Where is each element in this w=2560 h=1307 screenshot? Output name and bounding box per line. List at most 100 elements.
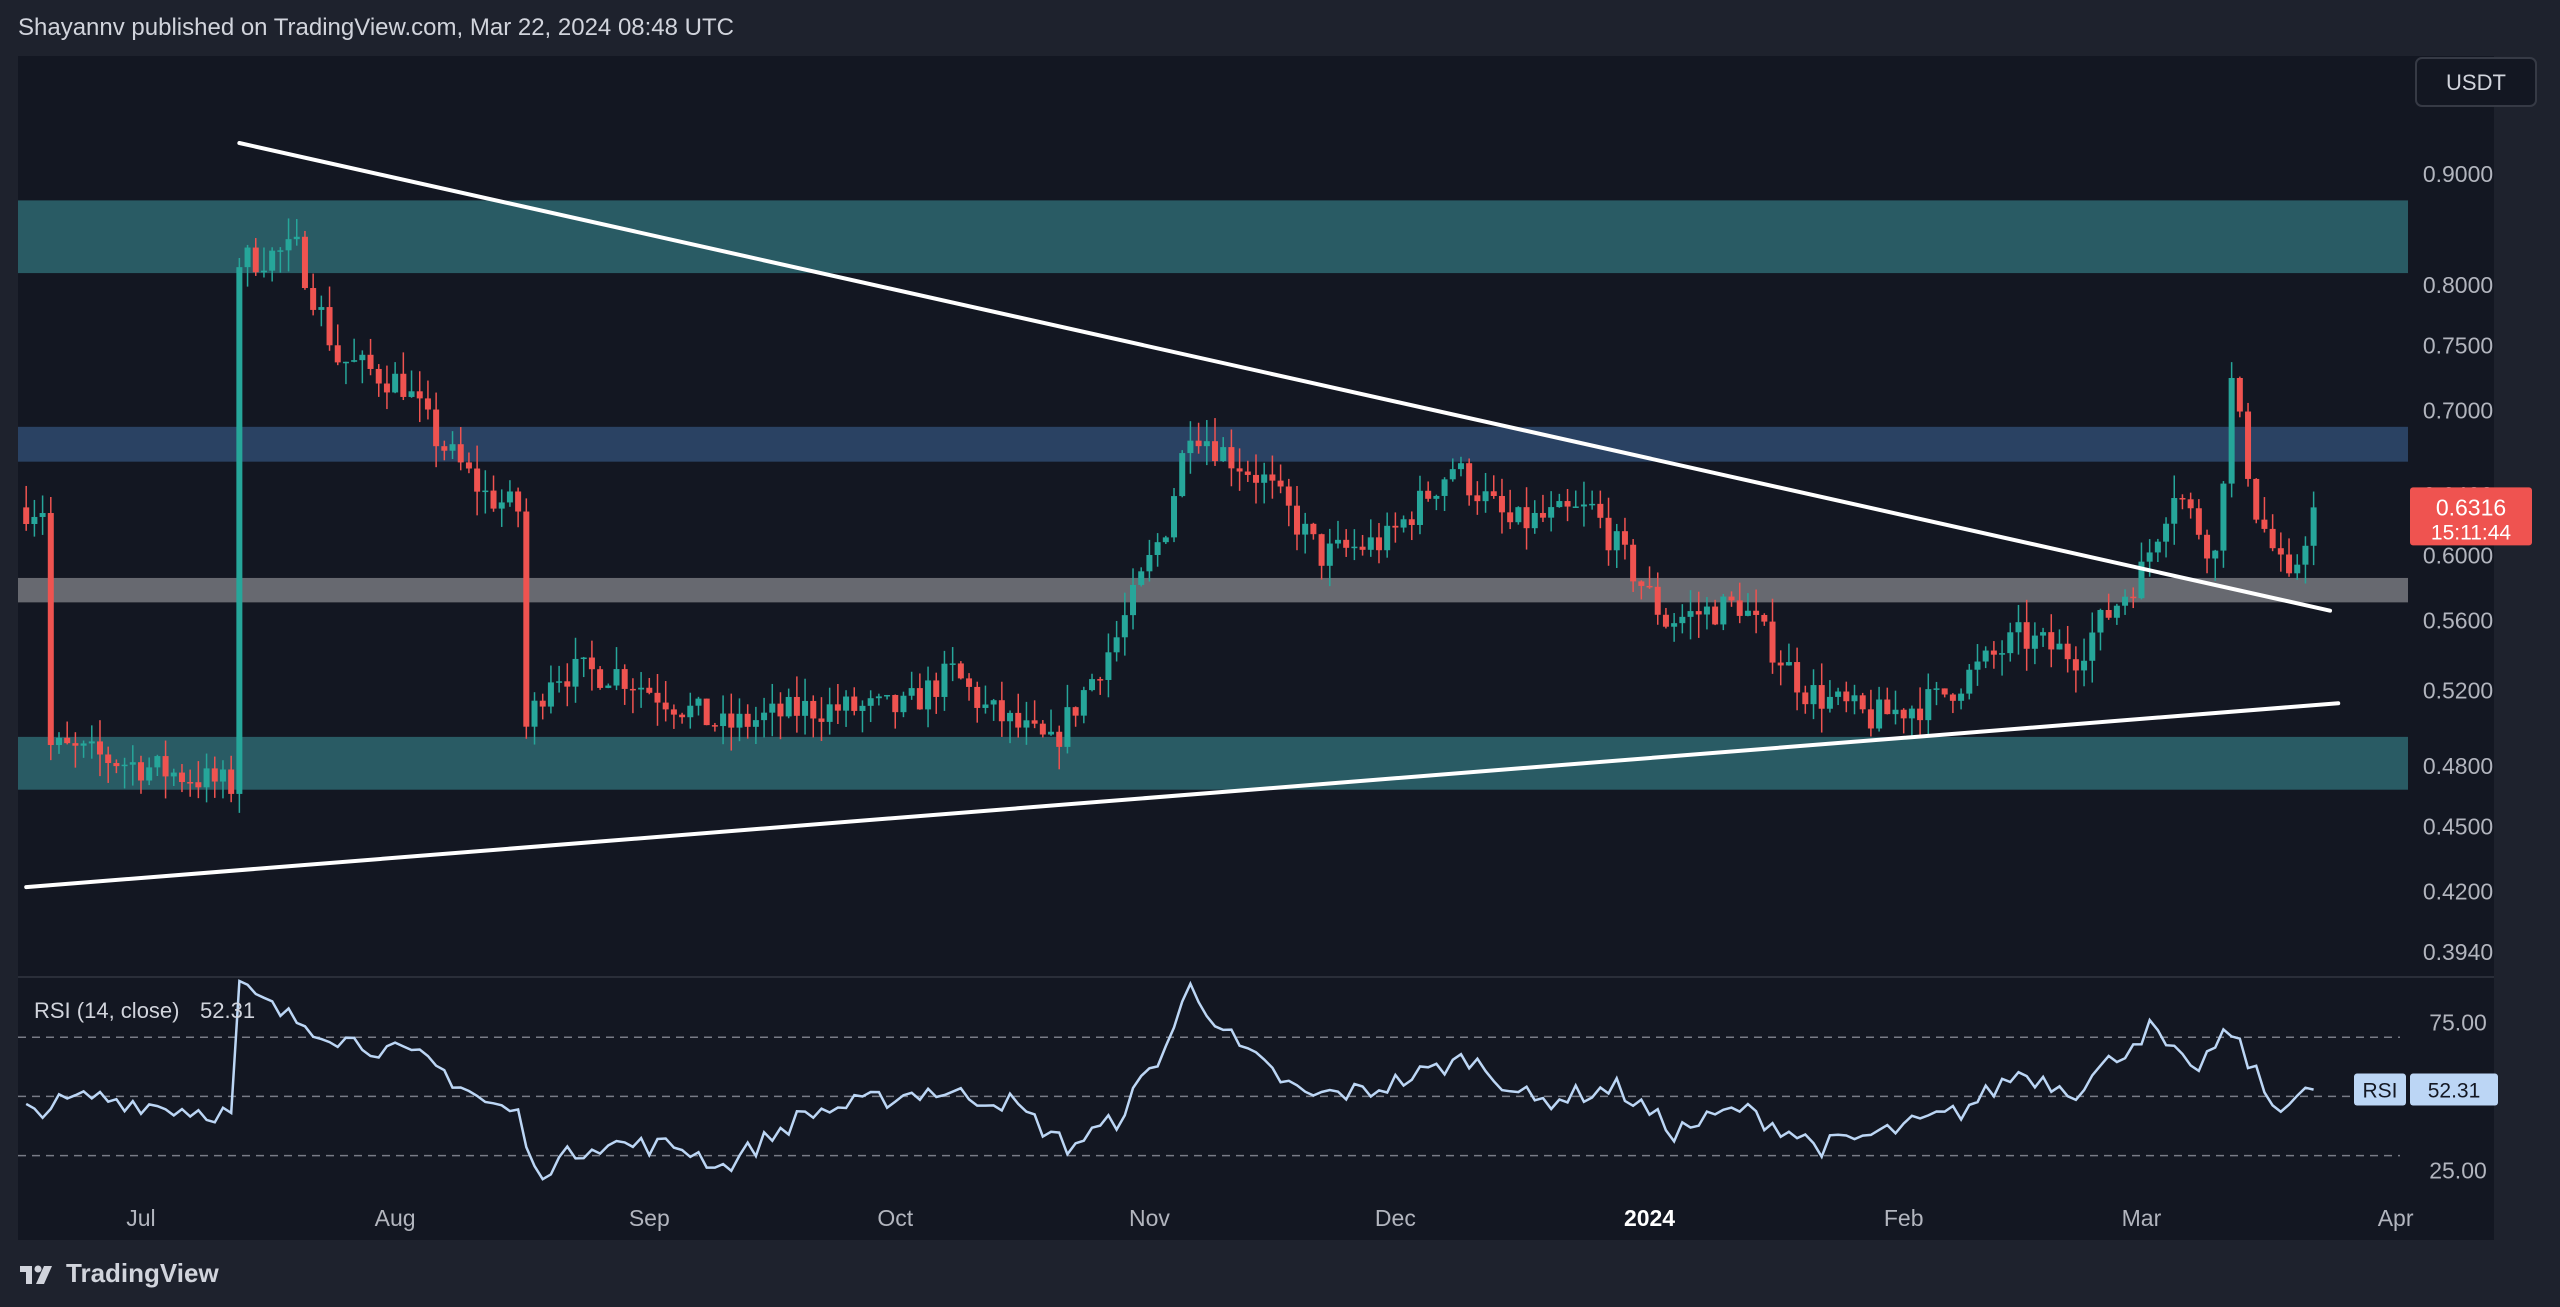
candle-body bbox=[482, 490, 489, 493]
candle-body bbox=[72, 743, 79, 746]
candle-body bbox=[203, 768, 210, 788]
candle-body bbox=[47, 513, 54, 746]
main-pane-background bbox=[18, 56, 2494, 976]
candle-body bbox=[1072, 707, 1079, 716]
candle-body bbox=[2171, 498, 2178, 524]
candle-body bbox=[236, 267, 243, 794]
candle-body bbox=[2130, 596, 2137, 599]
rsi-tick-label: 75.00 bbox=[2429, 1009, 2487, 1035]
candle-body bbox=[154, 756, 161, 768]
candle-body bbox=[113, 763, 120, 767]
candle-body bbox=[244, 247, 251, 268]
candle-body bbox=[1130, 584, 1137, 616]
currency-button-label[interactable]: USDT bbox=[2446, 70, 2506, 95]
candle-body bbox=[465, 462, 472, 469]
candle-body bbox=[826, 704, 833, 722]
candle-body bbox=[1441, 479, 1448, 496]
candle bbox=[2253, 478, 2260, 524]
candle-body bbox=[367, 354, 374, 369]
candle-body bbox=[1859, 695, 1866, 710]
candle-body bbox=[2048, 632, 2055, 650]
candle-body bbox=[1867, 709, 1874, 729]
breakout-support-zone bbox=[18, 577, 2408, 603]
candle-body bbox=[1121, 615, 1128, 638]
candle-body bbox=[1818, 685, 1825, 709]
candle-body bbox=[957, 663, 964, 679]
time-tick-label: Jul bbox=[126, 1205, 155, 1231]
candle-body bbox=[802, 700, 809, 716]
candle-body bbox=[556, 681, 563, 683]
candle-body bbox=[1515, 507, 1522, 523]
candle-body bbox=[1220, 447, 1227, 462]
candle-body bbox=[1097, 679, 1104, 681]
candle-body bbox=[875, 696, 882, 699]
candle-body bbox=[1007, 712, 1014, 722]
candle-body bbox=[383, 383, 390, 393]
candle-body bbox=[31, 516, 38, 525]
candle-body bbox=[2064, 643, 2071, 660]
candle bbox=[957, 661, 964, 680]
rsi-pane-background bbox=[18, 978, 2494, 1200]
candle-body bbox=[228, 769, 235, 794]
candle-body bbox=[1203, 441, 1210, 447]
price-tick-label: 0.7500 bbox=[2423, 333, 2493, 359]
time-tick-label: Nov bbox=[1129, 1205, 1170, 1231]
candle-body bbox=[1712, 606, 1719, 625]
rsi-badge-label: RSI bbox=[2362, 1080, 2397, 1103]
candle-body bbox=[1334, 539, 1341, 544]
candle-body bbox=[1285, 486, 1292, 506]
candle-body bbox=[433, 409, 440, 447]
candle-body bbox=[1990, 650, 1997, 655]
candle-body bbox=[2056, 643, 2063, 650]
candle bbox=[1515, 506, 1522, 525]
candle-body bbox=[1507, 512, 1514, 523]
candle-body bbox=[449, 444, 456, 451]
candle-body bbox=[1621, 531, 1628, 545]
candle-body bbox=[1523, 507, 1530, 529]
candle-body bbox=[2146, 552, 2153, 562]
candle-body bbox=[1638, 581, 1645, 586]
candle-body bbox=[1744, 610, 1751, 616]
candle-body bbox=[1720, 596, 1727, 625]
candle-body bbox=[859, 705, 866, 711]
currency-button[interactable]: USDT bbox=[2415, 57, 2537, 107]
price-chart[interactable]: 0.90000.80000.75000.70000.64000.60000.56… bbox=[0, 0, 2560, 1307]
price-tick-label: 0.9000 bbox=[2423, 161, 2493, 187]
candle-body bbox=[1187, 440, 1194, 454]
candle-body bbox=[2154, 541, 2161, 553]
candle-body bbox=[416, 391, 423, 399]
candle-body bbox=[1031, 720, 1038, 724]
candle-body bbox=[1064, 707, 1071, 747]
candle-body bbox=[162, 756, 169, 777]
candle-body bbox=[752, 720, 759, 727]
candle-body bbox=[1310, 523, 1317, 535]
candle-body bbox=[1375, 537, 1382, 551]
candle-body bbox=[408, 391, 415, 397]
candle-body bbox=[2179, 498, 2186, 500]
rsi-indicator-label[interactable]: RSI (14, close) bbox=[34, 998, 180, 1023]
candle-body bbox=[785, 696, 792, 717]
lower-demand-zone bbox=[18, 736, 2408, 790]
candle-body bbox=[490, 490, 497, 509]
candle-body bbox=[269, 250, 276, 271]
candle-body bbox=[285, 239, 292, 251]
tradingview-logo[interactable]: TradingView bbox=[18, 1258, 219, 1289]
candle-body bbox=[359, 354, 366, 361]
candle-body bbox=[1416, 490, 1423, 525]
rsi-tick-label: 25.00 bbox=[2429, 1157, 2487, 1183]
candle-body bbox=[1572, 506, 1579, 508]
candle-body bbox=[1466, 463, 1473, 496]
candle-body bbox=[1154, 542, 1161, 556]
candle-body bbox=[498, 502, 505, 509]
candle-body bbox=[998, 700, 1005, 722]
candle-body bbox=[539, 700, 546, 707]
candle-body bbox=[1900, 709, 1907, 719]
candle bbox=[2228, 362, 2235, 498]
candle-body bbox=[2277, 548, 2284, 555]
candle bbox=[523, 498, 530, 739]
candle-body bbox=[2310, 507, 2317, 546]
price-tick-label: 0.4500 bbox=[2423, 814, 2493, 840]
candle-body bbox=[2163, 523, 2170, 542]
candle-body bbox=[687, 705, 694, 718]
candle-body bbox=[1269, 474, 1276, 481]
